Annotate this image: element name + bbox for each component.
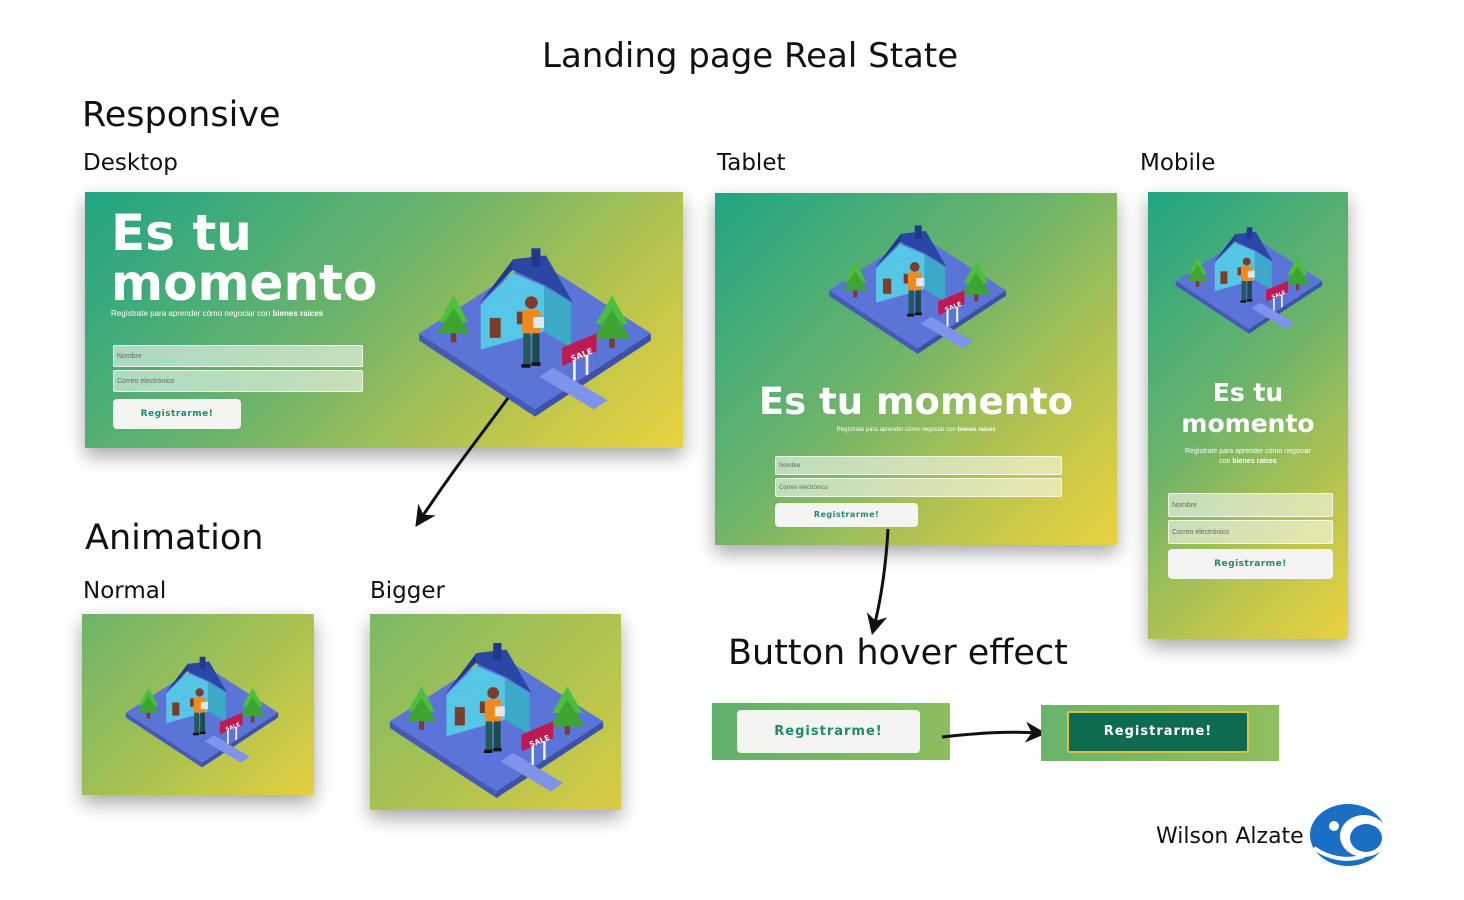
subtitle-bold: bienes raíces bbox=[272, 309, 324, 318]
mobile-headline-line1: Es tu bbox=[1212, 378, 1284, 407]
author-name: Wilson Alzate bbox=[1156, 824, 1304, 849]
mobile-name-field[interactable]: Nombre bbox=[1168, 493, 1333, 517]
animation-normal-frame bbox=[82, 614, 314, 795]
label-normal: Normal bbox=[83, 578, 167, 604]
house-illustration-icon bbox=[1170, 217, 1328, 337]
arrow-icon bbox=[866, 528, 890, 636]
logo-icon bbox=[1310, 804, 1388, 866]
mobile-subtitle-line2: con bienes raíces bbox=[1148, 457, 1348, 467]
tablet-subtitle: Regístrate para aprender cómo negociar c… bbox=[715, 427, 1117, 433]
animation-bigger-frame bbox=[370, 614, 621, 810]
mobile-subtitle-line1: Regístrate para aprender cómo negociar bbox=[1184, 448, 1312, 455]
headline-line1: Es tu bbox=[111, 204, 252, 262]
tablet-headline: Es tu momento bbox=[758, 380, 1074, 423]
mobile-headline-line2: momento bbox=[1181, 409, 1315, 439]
mobile-subtitle-bold: bienes raíces bbox=[1232, 458, 1277, 466]
label-tablet: Tablet bbox=[717, 150, 786, 176]
demo-register-button-hover[interactable]: Registrarme! bbox=[1067, 711, 1249, 753]
tablet-register-button[interactable]: Registrarme! bbox=[775, 503, 918, 527]
house-illustration-icon bbox=[820, 213, 1015, 358]
mobile-mockup: Es tu momento Regístrate para aprender c… bbox=[1148, 192, 1348, 639]
label-bigger: Bigger bbox=[370, 578, 445, 604]
register-button[interactable]: Registrarme! bbox=[113, 399, 241, 429]
page-title: Landing page Real State bbox=[542, 36, 959, 76]
arrow-icon bbox=[941, 721, 1047, 743]
section-hover: Button hover effect bbox=[728, 633, 1068, 673]
tablet-subtitle-bold: bienes raíces bbox=[957, 427, 996, 433]
subtitle: Regístrate para aprender cómo negociar c… bbox=[111, 309, 323, 318]
section-responsive: Responsive bbox=[82, 95, 281, 135]
section-animation: Animation bbox=[85, 518, 264, 558]
demo-register-button[interactable]: Registrarme! bbox=[737, 710, 920, 753]
name-field[interactable]: Nombre bbox=[113, 345, 363, 367]
mobile-subtitle: Regístrate para aprender cómo negociar c… bbox=[1148, 447, 1348, 467]
desktop-mockup: Es tu momento Regístrate para aprender c… bbox=[85, 192, 683, 448]
headline-line2: momento bbox=[111, 254, 378, 312]
label-desktop: Desktop bbox=[83, 150, 178, 176]
tablet-mockup: Es tu momento Regístrate para aprender c… bbox=[715, 193, 1117, 545]
house-illustration-icon bbox=[122, 646, 282, 771]
tablet-subtitle-text: Regístrate para aprender cómo negociar c… bbox=[836, 427, 958, 433]
mobile-email-field[interactable]: Correo electrónico bbox=[1168, 520, 1333, 544]
hover-demo-normal: Registrarme! bbox=[712, 703, 950, 760]
house-illustration-icon bbox=[384, 628, 609, 803]
mobile-headline: Es tu momento bbox=[1148, 377, 1348, 440]
label-mobile: Mobile bbox=[1140, 150, 1216, 176]
mobile-subtitle-prefix: con bbox=[1219, 458, 1233, 466]
email-field[interactable]: Correo electrónico bbox=[113, 370, 363, 392]
hover-demo-active: Registrarme! bbox=[1041, 705, 1279, 761]
tablet-name-field[interactable]: Nombre bbox=[775, 456, 1062, 475]
mobile-register-button[interactable]: Registrarme! bbox=[1168, 549, 1333, 579]
tablet-email-field[interactable]: Correo electrónico bbox=[775, 478, 1062, 497]
arrow-icon bbox=[415, 397, 510, 527]
subtitle-text: Regístrate para aprender cómo negociar c… bbox=[111, 309, 273, 318]
